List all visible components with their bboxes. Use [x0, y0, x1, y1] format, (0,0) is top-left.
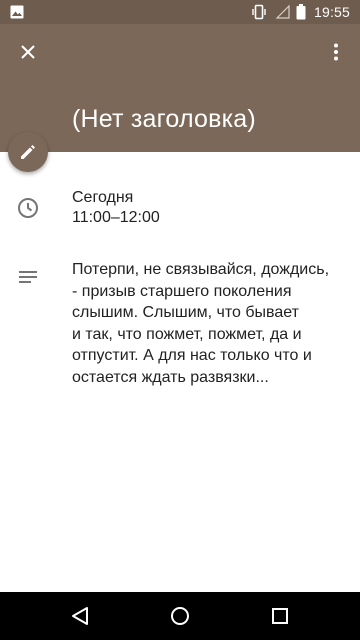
vibrate-icon [252, 4, 266, 20]
more-options-button[interactable] [316, 32, 356, 72]
signal-empty-icon [276, 5, 290, 19]
event-day: Сегодня [72, 189, 134, 206]
event-header: (Нет заголовка) [0, 24, 360, 152]
event-time: Сегодня 11:00–12:00 [72, 188, 160, 228]
clock-icon [18, 198, 38, 218]
more-vert-icon [334, 43, 338, 61]
edit-button[interactable] [8, 132, 48, 172]
event-title: (Нет заголовка) [72, 105, 256, 133]
notes-icon [19, 271, 37, 283]
nav-back-button[interactable] [66, 602, 94, 630]
recents-icon [272, 608, 288, 624]
status-bar: 19:55 [0, 0, 360, 24]
back-icon [72, 607, 88, 625]
nav-recents-button[interactable] [266, 602, 294, 630]
event-description: Потерпи, не связывайся, дождись, - призы… [72, 261, 330, 386]
nav-home-button[interactable] [166, 602, 194, 630]
navigation-bar [0, 592, 360, 640]
home-icon [171, 607, 189, 625]
battery-icon [296, 4, 306, 20]
event-time-range: 11:00–12:00 [72, 209, 160, 226]
edit-pencil-icon [21, 145, 35, 159]
close-icon [21, 45, 35, 59]
close-button[interactable] [8, 32, 48, 72]
status-clock: 19:55 [314, 4, 351, 20]
image-notification-icon [10, 5, 24, 19]
